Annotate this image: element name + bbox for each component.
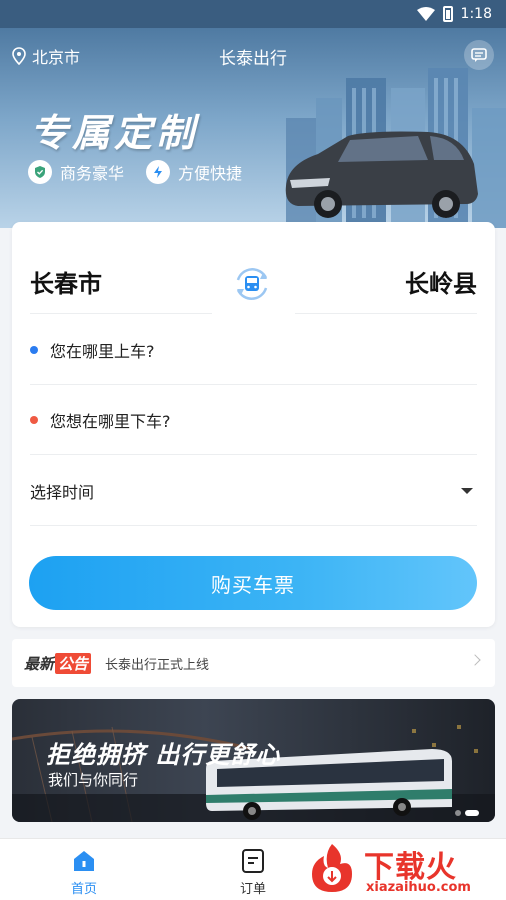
carousel-dot-active <box>465 810 479 816</box>
time-selector[interactable]: 选择时间 <box>30 456 477 526</box>
departure-city[interactable]: 长春市 <box>30 264 102 299</box>
watermark-url: xiazaihuo.com <box>366 880 471 895</box>
announcement-label-latest: 最新 <box>24 654 55 673</box>
announcement-label-notice: 公告 <box>55 652 92 674</box>
announcement-label: 最新 公告 <box>24 652 92 674</box>
pickup-dot-icon <box>30 345 38 354</box>
route-selector: 长春市 长岭县 <box>30 250 477 314</box>
nav-tab-home[interactable]: 首页 <box>44 847 124 897</box>
app-title: 长泰出行 <box>219 49 287 69</box>
dropoff-placeholder: 您想在哪里下车? <box>50 411 171 431</box>
carousel-dot <box>455 810 461 816</box>
watermark-logo-icon <box>312 844 352 892</box>
mpv-car-image <box>285 131 478 218</box>
arrival-city[interactable]: 长岭县 <box>405 264 477 299</box>
nav-tab-home-label: 首页 <box>70 882 97 897</box>
shield-check-icon <box>28 160 52 184</box>
site-watermark: 下载火 xiazaihuo.com <box>300 836 506 900</box>
buy-ticket-button[interactable]: 购买车票 <box>29 556 477 610</box>
announcement-bar[interactable]: 最新 公告 长泰出行正式上线 <box>12 639 495 687</box>
dropoff-location-field[interactable]: 您想在哪里下车? <box>30 385 477 455</box>
booking-card: 长春市 长岭县 您在哪里上车? 您想在哪里下车? 选择时间 购买车票 <box>12 222 495 627</box>
status-bar: 1:18 <box>0 0 506 28</box>
feature-badge-fast: 方便快捷 <box>146 160 242 184</box>
pickup-placeholder: 您在哪里上车? <box>50 341 155 361</box>
promo-title: 拒绝拥挤 出行更舒心 <box>46 741 281 769</box>
carousel-indicator <box>455 810 479 816</box>
promo-subtitle: 我们与你同行 <box>48 771 139 789</box>
feature-badge-luxury: 商务豪华 <box>28 160 124 184</box>
wifi-icon <box>416 7 435 21</box>
orders-icon <box>242 849 264 873</box>
message-button[interactable] <box>464 40 494 70</box>
feature-badge-label: 商务豪华 <box>60 164 125 183</box>
hero-banner: 北京市 长泰出行 专属定制 商务豪华 方便快捷 <box>0 28 506 228</box>
pickup-location-field[interactable]: 您在哪里上车? <box>30 315 477 385</box>
status-time: 1:18 <box>460 6 492 22</box>
swap-cities-button[interactable] <box>230 262 274 306</box>
nav-tab-orders-label: 订单 <box>239 882 266 897</box>
promo-banner[interactable]: 拒绝拥挤 出行更舒心 我们与你同行 <box>12 699 495 822</box>
lightning-icon <box>146 160 171 184</box>
chevron-right-icon <box>469 654 481 666</box>
dropoff-dot-icon <box>30 415 38 424</box>
divider <box>295 313 477 314</box>
time-placeholder: 选择时间 <box>30 482 95 502</box>
nav-tab-orders[interactable]: 订单 <box>213 847 293 897</box>
hero-slogan: 专属定制 <box>30 110 199 155</box>
battery-icon <box>442 6 453 22</box>
feature-badges: 商务豪华 方便快捷 <box>28 160 242 184</box>
caret-down-icon <box>461 488 473 494</box>
announcement-text: 长泰出行正式上线 <box>105 657 210 673</box>
divider <box>30 313 212 314</box>
home-icon <box>74 851 94 871</box>
message-icon <box>471 48 487 62</box>
feature-badge-label: 方便快捷 <box>178 164 243 183</box>
